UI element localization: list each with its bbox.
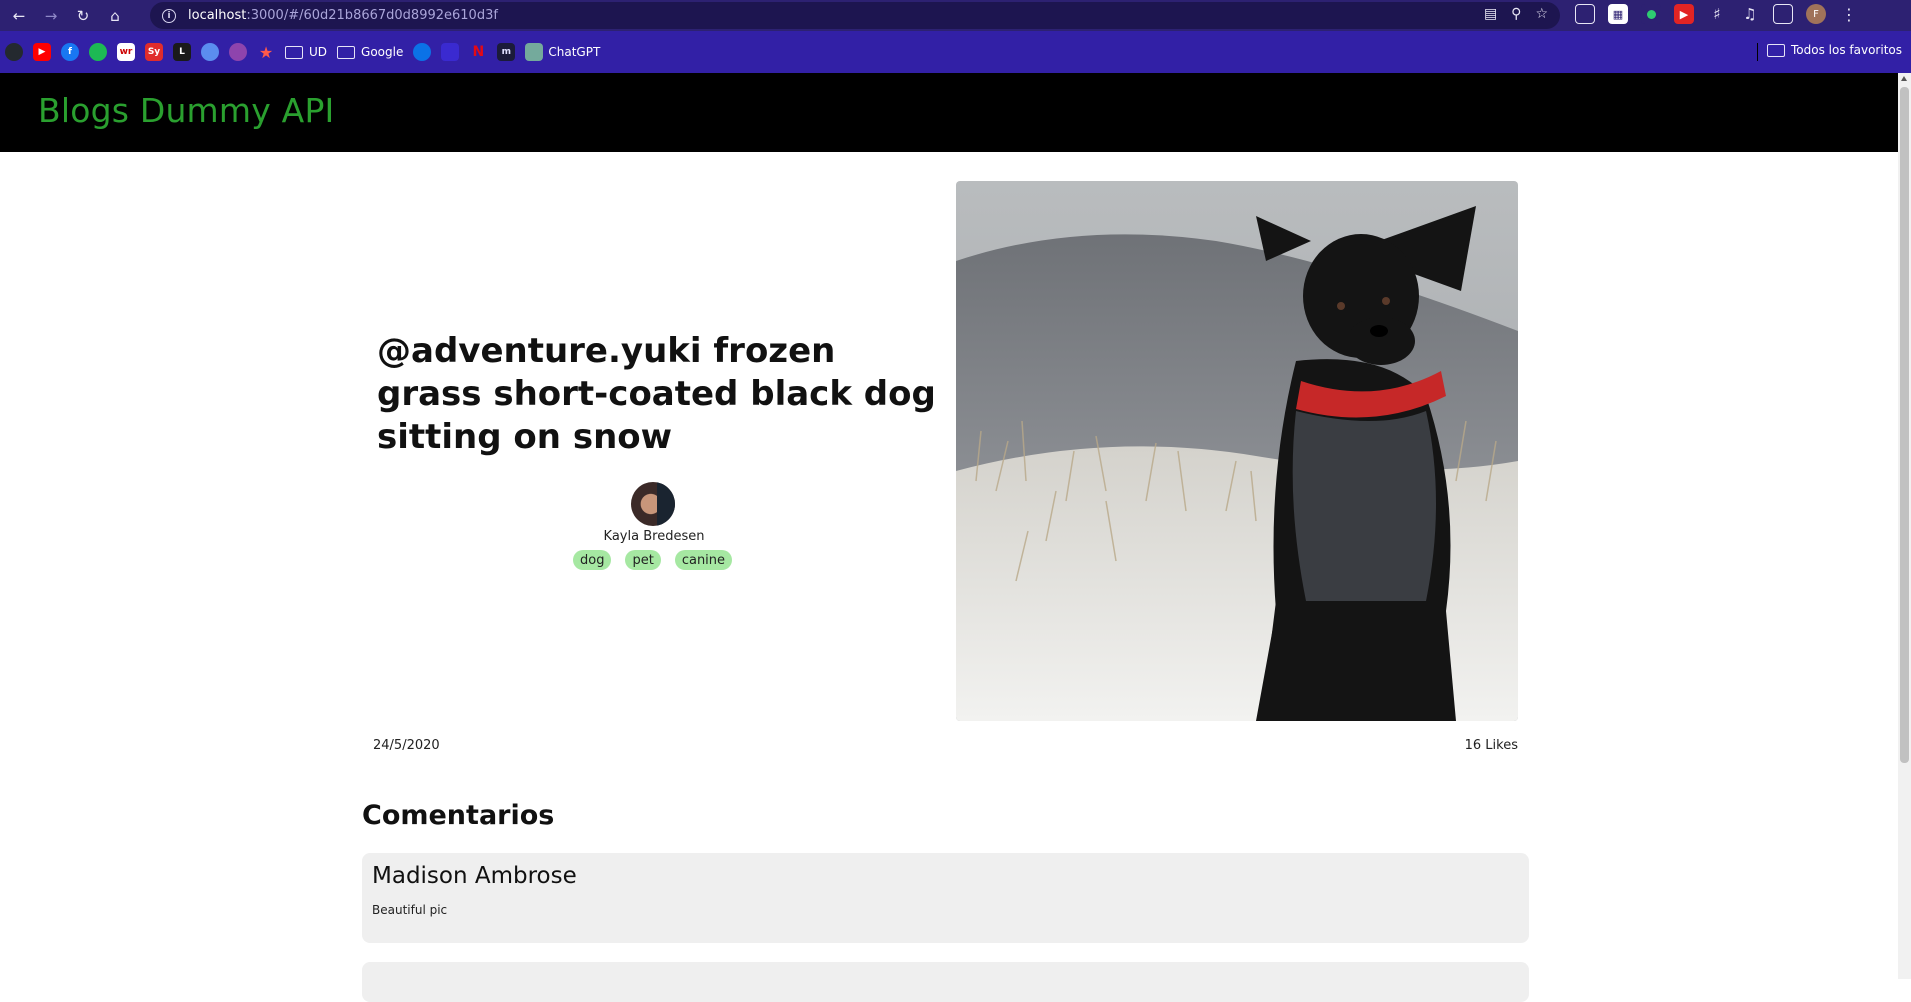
tag-dog[interactable]: dog xyxy=(573,550,612,570)
bookmark-blue-icon[interactable] xyxy=(201,43,219,61)
page-scrollbar[interactable] xyxy=(1898,73,1911,979)
author-name: Kayla Bredesen xyxy=(603,529,705,544)
spotify-icon[interactable] xyxy=(89,43,107,61)
bookmark-folder-google[interactable]: Google xyxy=(337,45,403,59)
comment-author: Madison Ambrose xyxy=(372,863,577,889)
tag-pet[interactable]: pet xyxy=(625,550,661,570)
folder-icon xyxy=(285,45,303,59)
author-avatar xyxy=(631,482,675,526)
post-tags: dog pet canine xyxy=(573,550,733,570)
post-date: 24/5/2020 xyxy=(373,738,440,753)
comment-card xyxy=(362,962,1529,1002)
post-title: @adventure.yuki frozen grass short-coate… xyxy=(377,331,936,457)
site-header: Blogs Dummy API xyxy=(0,73,1898,152)
facebook-icon[interactable]: f xyxy=(61,43,79,61)
extension-youtube-icon[interactable]: ▶ xyxy=(1674,4,1694,24)
forward-icon[interactable]: → xyxy=(38,3,64,29)
address-bar[interactable]: i localhost:3000/#/60d21b8667d0d8992e610… xyxy=(150,2,1560,29)
all-bookmarks-folder[interactable]: Todos los favoritos xyxy=(1767,43,1902,57)
bookmarks-bar: ▶ f wr Sy L ★ UD Google N m ChatGPT xyxy=(0,31,1911,73)
extension-green-dot-icon[interactable] xyxy=(1641,4,1661,24)
netflix-icon[interactable]: N xyxy=(469,43,487,61)
comment-text: Beautiful pic xyxy=(372,903,448,917)
bookmark-m-icon[interactable]: m xyxy=(497,43,516,61)
bookmark-indigo-icon[interactable] xyxy=(441,43,460,61)
profile-avatar[interactable]: F xyxy=(1806,4,1826,24)
bookmark-folder-ud[interactable]: UD xyxy=(285,45,327,59)
edge-icon[interactable] xyxy=(413,43,432,61)
browser-menu-icon[interactable]: ⋮ xyxy=(1839,4,1859,24)
symbolab-icon[interactable]: Sy xyxy=(145,43,163,61)
site-info-icon[interactable]: i xyxy=(162,8,176,23)
scroll-up-arrow-icon[interactable] xyxy=(1901,76,1907,81)
side-panel-icon[interactable] xyxy=(1773,4,1793,24)
bookmark-star-icon[interactable]: ☆ xyxy=(1535,6,1548,22)
browser-toolbar: ← → ↻ ⌂ i localhost:3000/#/60d21b8667d0d… xyxy=(0,0,1911,31)
back-icon[interactable]: ← xyxy=(6,3,32,29)
youtube-icon[interactable]: ▶ xyxy=(33,43,51,61)
folder-icon xyxy=(337,45,356,59)
extension-qr-icon[interactable]: ▦ xyxy=(1608,4,1628,24)
star-bookmark-icon[interactable]: ★ xyxy=(257,43,275,62)
bookmark-chatgpt[interactable]: ChatGPT xyxy=(525,43,600,61)
bookmark-purple-icon[interactable] xyxy=(229,43,247,61)
comments-heading: Comentarios xyxy=(362,800,555,831)
media-control-icon[interactable]: ♫ xyxy=(1740,4,1760,24)
chatgpt-icon xyxy=(525,43,544,61)
tag-canine[interactable]: canine xyxy=(674,550,733,570)
bookmark-dark-icon[interactable]: L xyxy=(173,43,191,61)
url-host: localhost xyxy=(188,8,247,23)
comment-card: Madison Ambrose Beautiful pic xyxy=(362,853,1529,943)
extension-screen-icon[interactable] xyxy=(1575,4,1595,24)
install-app-icon[interactable]: ▤ xyxy=(1484,6,1497,22)
dog-photo xyxy=(956,181,1518,721)
zoom-icon[interactable]: ⚲ xyxy=(1511,6,1521,22)
github-icon[interactable] xyxy=(5,43,23,61)
url-path: :3000/#/60d21b8667d0d8992e610d3f xyxy=(246,8,498,23)
wordreference-icon[interactable]: wr xyxy=(117,43,135,61)
folder-icon xyxy=(1767,43,1785,57)
extensions-puzzle-icon[interactable]: ♯ xyxy=(1707,4,1727,24)
bookmarks-separator xyxy=(1757,43,1758,61)
scrollbar-thumb[interactable] xyxy=(1900,87,1909,763)
home-icon[interactable]: ⌂ xyxy=(102,3,128,29)
post-likes: 16 Likes xyxy=(1464,738,1518,753)
reload-icon[interactable]: ↻ xyxy=(70,3,96,29)
post-image xyxy=(956,181,1518,721)
site-title[interactable]: Blogs Dummy API xyxy=(38,91,334,130)
